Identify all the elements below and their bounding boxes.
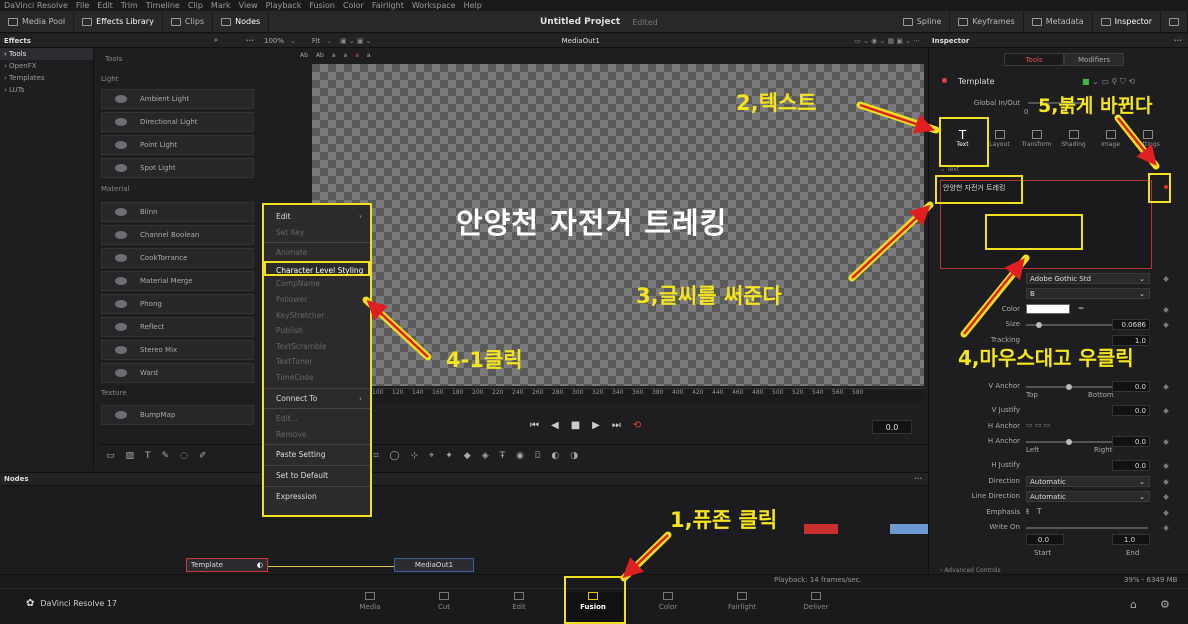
- annotation-step-4: 4,마우스대고 우클릭: [958, 346, 1134, 370]
- annotation-arrows: [362, 101, 1160, 582]
- annotation-step-3: 3,글씨를 써준다: [636, 284, 782, 308]
- annotation-step-2: 2,텍스트: [736, 91, 817, 115]
- annotation-step-4-1: 4-1클릭: [446, 348, 523, 372]
- annotation-step-5: 5,붉게 바뀐다: [1038, 95, 1153, 117]
- annotation-step-1: 1,퓨존 클릭: [670, 508, 778, 532]
